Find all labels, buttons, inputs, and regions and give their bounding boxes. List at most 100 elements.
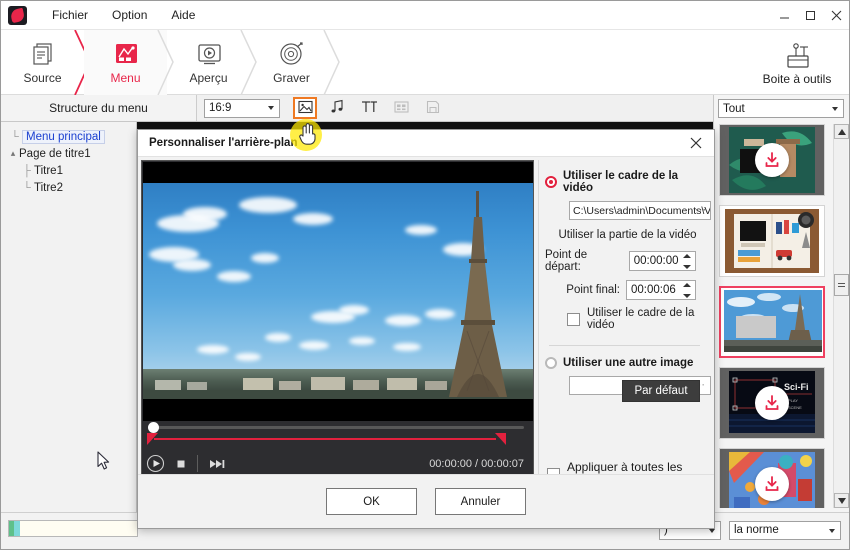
cancel-button[interactable]: Annuler — [435, 488, 526, 515]
template-item-scifi[interactable]: Sci-Fi PLAY SCENE — [719, 367, 825, 439]
start-point-spinner[interactable]: 00:00:00 — [628, 251, 696, 271]
default-button[interactable]: Par défaut — [622, 380, 700, 402]
step-apercu[interactable]: Aperçu — [167, 30, 250, 95]
use-other-image-label: Utiliser une autre image — [563, 357, 694, 369]
download-badge[interactable] — [755, 143, 789, 177]
aspect-ratio-select[interactable]: 16:9 — [204, 98, 280, 118]
timecode-display: 00:00:00 / 00:00:07 — [429, 457, 524, 470]
step-graver[interactable]: Graver — [250, 30, 333, 95]
stop-button[interactable] — [168, 451, 194, 477]
ok-button[interactable]: OK — [326, 488, 417, 515]
options-divider — [549, 345, 700, 346]
step-source[interactable]: Source — [1, 30, 84, 95]
browse-video-button[interactable]: ⋯ — [695, 203, 707, 216]
trim-start-marker[interactable] — [147, 433, 158, 445]
menu-bar: Fichier Option Aide — [41, 4, 206, 26]
tree-node-titre2[interactable]: └ Titre2 — [5, 179, 136, 196]
step-apercu-label: Aperçu — [189, 71, 228, 85]
video-path-value: C:\Users\admin\Documents\V — [573, 204, 711, 217]
template-item-eiffel[interactable] — [719, 286, 825, 358]
customize-background-dialog: Personnaliser l'arrière-plan 00:00:00 / … — [137, 129, 715, 529]
scroll-up-icon[interactable] — [834, 124, 849, 139]
menu-item-fichier[interactable]: Fichier — [41, 4, 99, 26]
template-scrollbar[interactable] — [833, 124, 849, 508]
template-item-tropical[interactable] — [719, 124, 825, 196]
menu-structure-label: Structure du menu — [1, 95, 197, 121]
minimize-icon[interactable] — [771, 1, 797, 30]
expander-icon[interactable]: ▴ — [7, 148, 19, 159]
tv-standard-select[interactable]: la norme — [729, 521, 841, 540]
step-navigation-ribbon: Source Menu Aperçu Graver Boite à outils — [1, 30, 849, 95]
play-button[interactable] — [142, 451, 168, 477]
menu-template-icon — [111, 40, 141, 68]
use-video-frame-checkbox[interactable] — [567, 312, 580, 326]
template-item-scrapbook[interactable] — [719, 205, 825, 277]
tree-node-titre1[interactable]: ├ Titre1 — [5, 162, 136, 179]
save-template-button[interactable] — [421, 97, 445, 119]
music-button[interactable] — [325, 97, 349, 119]
chevron-down-icon — [829, 528, 835, 533]
trim-range[interactable] — [142, 432, 534, 446]
close-icon[interactable] — [686, 133, 706, 153]
video-preview[interactable] — [143, 162, 533, 421]
disk-used-cyan — [14, 521, 20, 536]
scroll-down-icon[interactable] — [834, 493, 849, 508]
tree-node-label: Menu principal — [22, 129, 105, 144]
scrubber-track[interactable] — [156, 426, 524, 429]
tree-guide-icon: └ — [11, 130, 19, 143]
thumbnail-art — [721, 288, 823, 356]
transport-divider — [197, 455, 198, 472]
use-video-frame-radio[interactable] — [545, 176, 557, 188]
menu-structure-panel: └ Menu principal ▴ Page de titre1 ├ Titr… — [1, 122, 137, 512]
background-image-icon — [297, 100, 313, 117]
app-logo-icon — [8, 5, 27, 25]
spinner-arrows-icon[interactable] — [683, 254, 691, 269]
start-point-row: Point de départ: 00:00:00 — [545, 249, 696, 273]
video-player: 00:00:00 / 00:00:07 — [141, 160, 534, 480]
use-video-part-label: Utiliser la partie de la vidéo — [558, 229, 697, 241]
end-point-value: 00:00:06 — [631, 284, 676, 296]
template-panel: Tout Sci-Fi PLAY SCENE — [713, 95, 849, 512]
end-point-spinner[interactable]: 00:00:06 — [626, 280, 696, 300]
use-other-image-radio[interactable] — [545, 357, 557, 369]
grid-layout-button[interactable] — [389, 97, 413, 119]
dialog-body: 00:00:00 / 00:00:07 Utiliser le cadre de… — [138, 157, 714, 501]
template-category-select[interactable]: Tout — [718, 99, 844, 118]
start-point-value: 00:00:00 — [633, 255, 679, 267]
chevron-down-icon — [832, 106, 838, 111]
maximize-icon[interactable] — [797, 1, 823, 30]
menu-item-option[interactable]: Option — [101, 4, 158, 26]
use-video-frame-checkbox-row[interactable]: Utiliser le cadre de la vidéo — [567, 307, 704, 331]
download-badge[interactable] — [755, 467, 789, 501]
tv-standard-value: la norme — [734, 524, 779, 536]
step-menu[interactable]: Menu — [84, 30, 167, 95]
template-item-cartoon[interactable] — [719, 448, 825, 508]
toolbox-button[interactable]: Boite à outils — [755, 33, 839, 93]
close-icon[interactable] — [823, 1, 849, 30]
menu-tree: └ Menu principal ▴ Page de titre1 ├ Titr… — [1, 122, 136, 196]
scrollbar-thumb[interactable] — [834, 274, 849, 296]
aspect-ratio-value: 16:9 — [209, 102, 232, 114]
next-frame-button[interactable] — [204, 451, 230, 477]
text-button[interactable] — [357, 97, 381, 119]
trim-line — [154, 438, 496, 440]
chevron-down-icon — [709, 528, 715, 533]
tree-node-menu-principal[interactable]: └ Menu principal — [5, 128, 136, 145]
toolbox-label: Boite à outils — [762, 71, 832, 86]
use-other-image-radio-row[interactable]: Utiliser une autre image — [545, 357, 704, 369]
start-point-label: Point de départ: — [545, 249, 588, 273]
trim-end-marker[interactable] — [495, 433, 506, 445]
video-path-field[interactable]: C:\Users\admin\Documents\V ⋯ — [569, 201, 711, 220]
thumbnail-art — [720, 206, 824, 276]
disk-space-bar — [8, 520, 138, 537]
template-list: Sci-Fi PLAY SCENE — [717, 124, 832, 508]
spinner-arrows-icon[interactable] — [683, 283, 691, 298]
video-scrubber[interactable] — [142, 422, 534, 433]
download-badge[interactable] — [755, 386, 789, 420]
menu-item-aide[interactable]: Aide — [160, 4, 206, 26]
background-image-button[interactable] — [293, 97, 317, 119]
tree-node-page-de-titre1[interactable]: ▴ Page de titre1 — [5, 145, 136, 162]
preview-play-icon — [194, 40, 224, 68]
title-bar: Fichier Option Aide — [1, 1, 849, 30]
use-video-frame-radio-row[interactable]: Utiliser le cadre de la vidéo — [545, 170, 704, 194]
